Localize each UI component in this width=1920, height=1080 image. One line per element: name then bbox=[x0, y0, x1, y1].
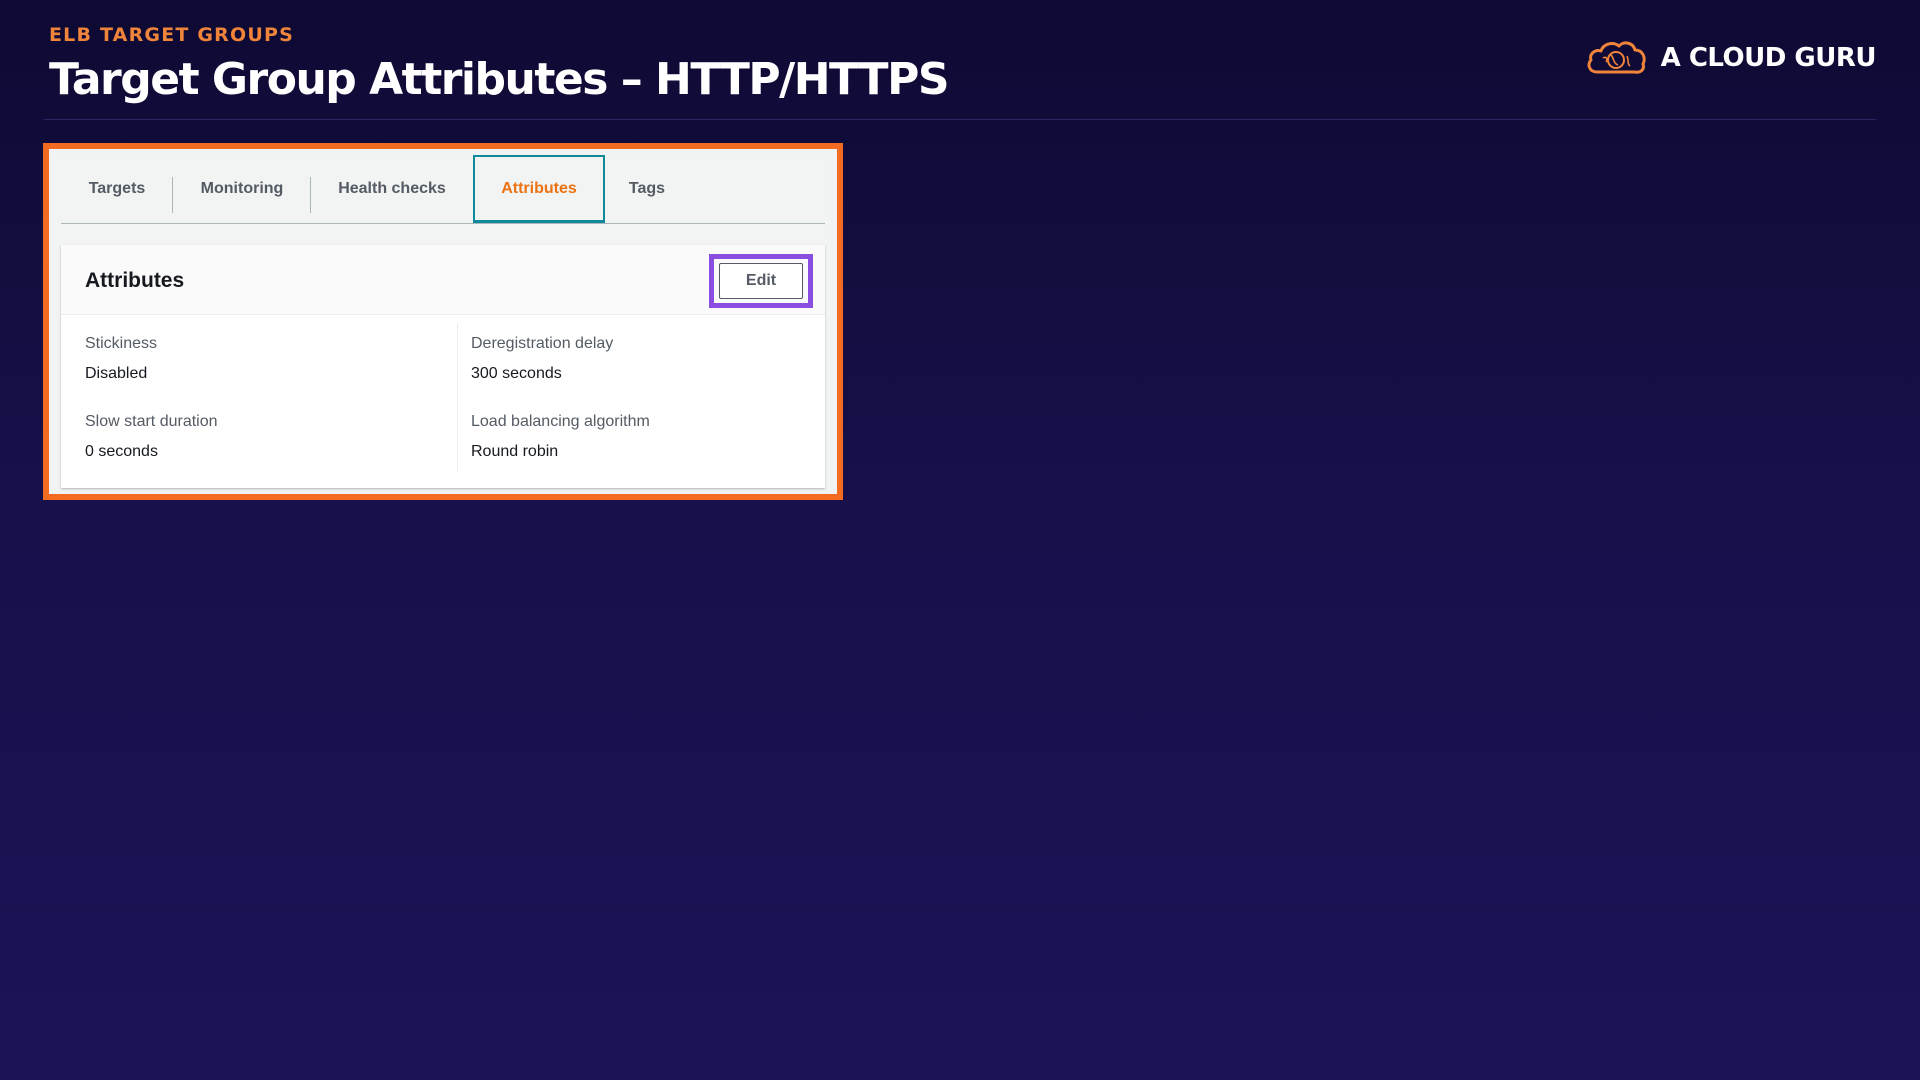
target-group-console: Targets Monitoring Health checks Attribu… bbox=[55, 155, 831, 488]
tab-health-checks[interactable]: Health checks bbox=[311, 155, 473, 223]
attribute-load-balancing-algorithm: Load balancing algorithm Round robin bbox=[471, 413, 650, 461]
tab-attributes[interactable]: Attributes bbox=[473, 155, 605, 223]
tab-label: Health checks bbox=[338, 180, 446, 197]
attributes-panel: Attributes Edit Stickiness Disabled Dere… bbox=[61, 245, 825, 488]
tab-tags[interactable]: Tags bbox=[605, 155, 689, 223]
brand-logo: A CLOUD GURU bbox=[1585, 38, 1877, 78]
slide-kicker: ELB TARGET GROUPS bbox=[49, 24, 294, 46]
panel-title: Attributes bbox=[85, 269, 185, 292]
tab-monitoring[interactable]: Monitoring bbox=[173, 155, 311, 223]
attribute-value: 0 seconds bbox=[85, 443, 158, 460]
tab-label: Monitoring bbox=[200, 180, 284, 197]
attribute-value: 300 seconds bbox=[471, 365, 562, 382]
edit-button-highlight: Edit bbox=[709, 254, 813, 308]
tab-label: Tags bbox=[628, 180, 666, 197]
slide-header: ELB TARGET GROUPS Target Group Attribute… bbox=[49, 24, 950, 105]
attribute-label: Slow start duration bbox=[85, 413, 218, 430]
edit-button[interactable]: Edit bbox=[719, 263, 803, 299]
attribute-value: Round robin bbox=[471, 443, 559, 460]
column-divider bbox=[457, 324, 458, 473]
attribute-deregistration-delay: Deregistration delay 300 seconds bbox=[471, 335, 613, 383]
attribute-label: Stickiness bbox=[85, 335, 158, 352]
attribute-stickiness: Stickiness Disabled bbox=[85, 335, 157, 383]
tab-targets[interactable]: Targets bbox=[61, 155, 173, 223]
tab-bar: Targets Monitoring Health checks Attribu… bbox=[61, 155, 825, 224]
attribute-label: Deregistration delay bbox=[471, 335, 614, 352]
brand-name: A CLOUD GURU bbox=[1660, 43, 1877, 73]
cloud-logo-icon bbox=[1587, 41, 1646, 74]
attribute-label: Load balancing algorithm bbox=[471, 413, 650, 430]
header-divider bbox=[44, 119, 1876, 120]
tab-label: Attributes bbox=[501, 179, 577, 197]
console-screenshot-frame: Targets Monitoring Health checks Attribu… bbox=[43, 143, 843, 500]
panel-header: Attributes Edit bbox=[61, 245, 825, 315]
attribute-slow-start-duration: Slow start duration 0 seconds bbox=[85, 413, 218, 461]
attribute-value: Disabled bbox=[85, 365, 148, 382]
tab-label: Targets bbox=[88, 180, 146, 197]
slide-title: Target Group Attributes – HTTP/HTTPS bbox=[49, 54, 950, 105]
